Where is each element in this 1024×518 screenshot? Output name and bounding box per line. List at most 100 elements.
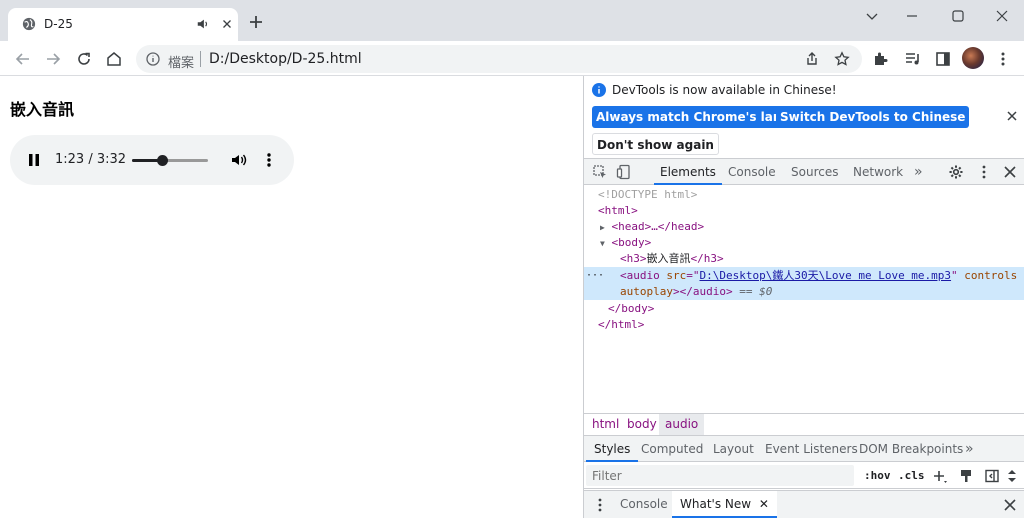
media-control-icon[interactable]	[904, 50, 922, 68]
audio-progress-knob[interactable]	[156, 155, 168, 166]
class-toggle[interactable]: .cls	[898, 466, 925, 486]
dom-body-row[interactable]: ▼ <body>	[600, 235, 651, 251]
dom-html-open[interactable]: <html>	[598, 203, 638, 219]
language-infobar: DevTools is now available in Chinese! Al…	[584, 76, 1024, 158]
devtools-close-icon[interactable]	[1002, 164, 1018, 180]
drawer-kebab-icon[interactable]	[592, 497, 608, 513]
dom-audio-open: <audio	[620, 269, 660, 282]
audio-time: 1:23 / 3:32	[55, 152, 127, 167]
tab-event-listeners[interactable]: Event Listeners	[765, 436, 858, 462]
browser-toolbar: 檔案 D:/Desktop/D-25.html	[0, 41, 1024, 76]
devtools-kebab-icon[interactable]	[976, 164, 992, 180]
toggle-sidebar-icon[interactable]	[984, 468, 1000, 484]
dom-audio-src-link[interactable]: D:\Desktop\鐵人30天\Love me Love me.mp3	[700, 269, 952, 282]
dom-console-ref: == $0	[739, 285, 773, 298]
dom-body-open: <body>	[611, 236, 652, 249]
dom-h3-row[interactable]: <h3>嵌入音訊</h3>	[620, 251, 724, 267]
minimize-icon[interactable]	[902, 6, 922, 26]
dom-audio-row-wrap[interactable]: autoplay></audio> == $0	[620, 284, 772, 300]
audio-progress-slider[interactable]	[132, 155, 208, 166]
more-tabs-chevron[interactable]: »	[914, 159, 923, 185]
inspect-element-icon[interactable]	[592, 164, 608, 180]
tab-styles[interactable]: Styles	[586, 436, 639, 462]
share-icon[interactable]	[804, 51, 820, 67]
file-scheme-label: 檔案	[168, 56, 195, 71]
drawer-tab-close-icon[interactable]: ✕	[759, 497, 769, 511]
close-icon[interactable]	[220, 17, 234, 31]
reload-icon[interactable]	[75, 50, 93, 68]
breadcrumb-body[interactable]: body	[621, 414, 663, 435]
volume-icon[interactable]	[230, 151, 248, 169]
title-bar: D-25	[0, 0, 1024, 41]
kebab-menu-icon[interactable]	[994, 50, 1012, 68]
paint-brush-icon[interactable]	[958, 468, 974, 484]
drawer-tab-whats-new[interactable]: What's New ✕	[672, 491, 777, 518]
dom-audio-autoplay-attr: autoplay	[620, 285, 673, 298]
page-heading: 嵌入音訊	[10, 100, 75, 119]
profile-avatar[interactable]	[962, 47, 984, 69]
info-icon[interactable]	[146, 52, 160, 66]
tab-elements[interactable]: Elements	[654, 159, 722, 185]
audio-player[interactable]: 1:23 / 3:32	[10, 135, 294, 185]
node-actions-ellipsis[interactable]: ···	[586, 268, 604, 284]
infobar-close-icon[interactable]	[1006, 110, 1018, 122]
star-icon[interactable]	[834, 51, 850, 67]
tab-computed[interactable]: Computed	[641, 436, 703, 462]
dom-h3-text: 嵌入音訊	[646, 252, 691, 265]
tab-network[interactable]: Network	[853, 159, 903, 185]
side-panel-icon[interactable]	[934, 50, 952, 68]
dom-doctype[interactable]: <!DOCTYPE html>	[598, 187, 697, 203]
url-text[interactable]: D:/Desktop/D-25.html	[209, 51, 362, 67]
more-subtabs-chevron[interactable]: »	[965, 436, 974, 462]
globe-icon	[22, 17, 36, 31]
devtools-drawer: Console What's New ✕	[584, 490, 1024, 518]
forward-arrow-icon[interactable]	[44, 50, 62, 68]
gear-icon[interactable]	[948, 164, 964, 180]
breadcrumb: html body audio	[584, 413, 1024, 435]
breadcrumb-html[interactable]: html	[586, 414, 625, 435]
styles-pane-tabs: Styles Computed Layout Event Listeners D…	[584, 435, 1024, 462]
page-content: 嵌入音訊 1:23 / 3:32	[0, 76, 583, 518]
tab-console[interactable]: Console	[728, 159, 776, 185]
device-toolbar-icon[interactable]	[616, 164, 632, 180]
tab-sources[interactable]: Sources	[791, 159, 838, 185]
new-style-rule-icon[interactable]	[932, 468, 948, 484]
drawer-tab-console[interactable]: Console	[620, 491, 668, 518]
switch-to-chinese-button[interactable]: Switch DevTools to Chinese	[776, 106, 970, 128]
dom-h3-close: </h3>	[690, 252, 724, 265]
dont-show-again-button[interactable]: Don't show again	[592, 133, 719, 155]
browser-tab[interactable]: D-25	[8, 8, 238, 41]
dom-audio-controls-attr: controls	[964, 269, 1018, 282]
expand-triangle-icon[interactable]: ▶	[600, 223, 605, 232]
collapse-triangle-icon[interactable]: ▼	[600, 239, 605, 248]
dom-h3-open: <h3>	[620, 252, 647, 265]
chevron-down-icon[interactable]	[862, 6, 882, 26]
devtools-main-tabs: Elements Console Sources Network »	[584, 158, 1024, 185]
back-arrow-icon[interactable]	[14, 50, 32, 68]
address-bar[interactable]: 檔案 D:/Desktop/D-25.html	[136, 45, 862, 73]
dom-audio-row[interactable]: <audio src="D:\Desktop\鐵人30天\Love me Lov…	[620, 268, 1017, 284]
pause-icon[interactable]	[26, 152, 42, 168]
extensions-puzzle-icon[interactable]	[872, 50, 890, 68]
maximize-icon[interactable]	[948, 6, 968, 26]
dom-head: <head>…</head>	[611, 220, 705, 233]
dom-body-close[interactable]: </body>	[608, 301, 654, 317]
more-options-icon[interactable]	[262, 151, 276, 169]
dom-head-row[interactable]: ▶ <head>…</head>	[600, 219, 704, 235]
plus-icon[interactable]	[248, 14, 264, 30]
tab-layout[interactable]: Layout	[713, 436, 754, 462]
drawer-close-icon[interactable]	[1002, 497, 1018, 513]
info-circle-icon	[592, 83, 606, 97]
styles-filter-input[interactable]	[586, 465, 854, 486]
home-icon[interactable]	[105, 50, 123, 68]
devtools-panel: DevTools is now available in Chinese! Al…	[583, 76, 1024, 518]
speaker-icon[interactable]	[196, 17, 210, 31]
styles-filter-bar: :hov .cls	[584, 462, 1024, 489]
dom-html-close[interactable]: </html>	[598, 317, 644, 333]
window-close-icon[interactable]	[992, 6, 1012, 26]
drawer-tab-whats-new-label: What's New	[680, 497, 752, 511]
breadcrumb-audio[interactable]: audio	[659, 414, 705, 435]
scroll-arrows-icon[interactable]	[1006, 468, 1018, 484]
hover-state-toggle[interactable]: :hov	[864, 466, 891, 486]
tab-dom-breakpoints[interactable]: DOM Breakpoints	[859, 436, 963, 462]
